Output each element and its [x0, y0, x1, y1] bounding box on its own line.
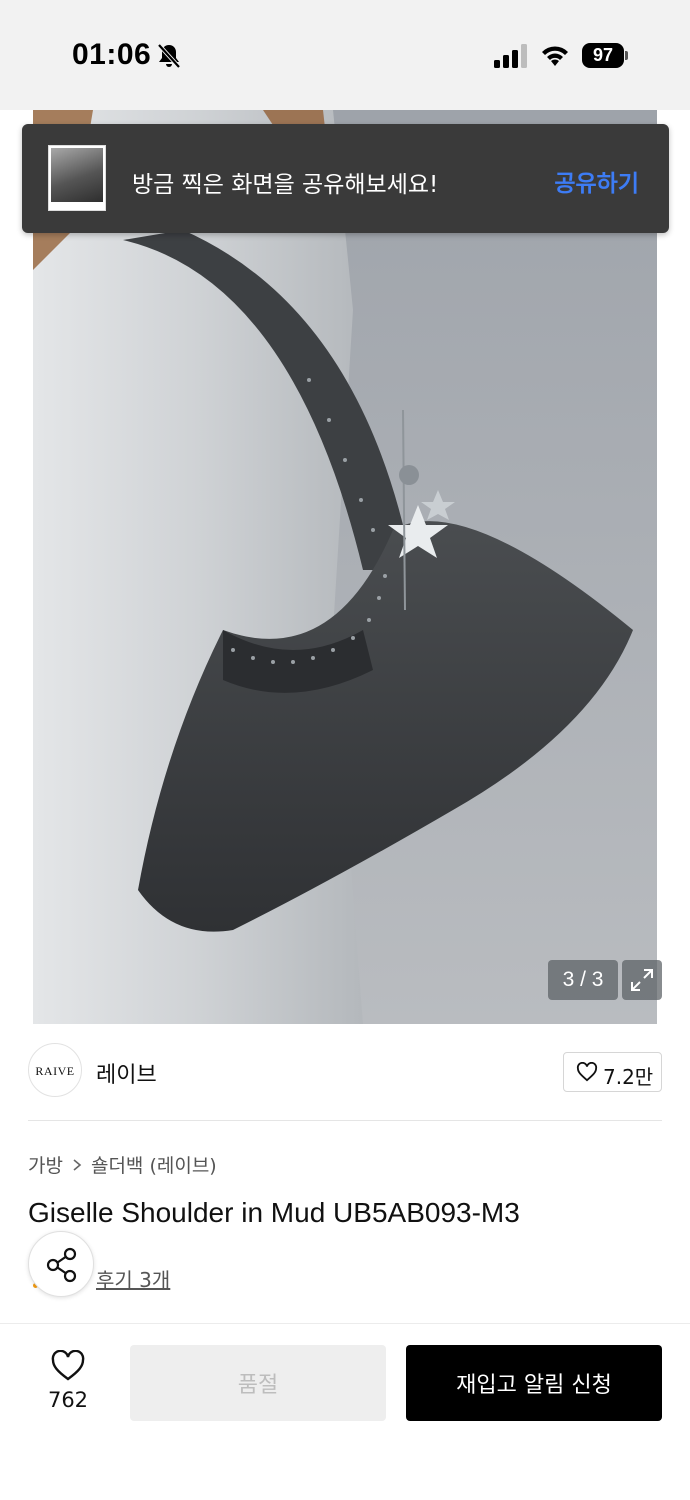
cellular-signal-icon: [494, 44, 527, 68]
battery-level: 97: [582, 43, 624, 68]
brand-name[interactable]: 레이브: [96, 1057, 157, 1089]
status-time: 01:06: [72, 38, 152, 71]
status-bar: 01:06 97: [0, 0, 690, 110]
breadcrumb: 가방 숄더백 (레이브): [28, 1151, 217, 1178]
expand-icon: [631, 969, 653, 991]
brand-like-count: 7.2만: [603, 1065, 654, 1089]
brand-like-button[interactable]: 7.2만: [563, 1052, 662, 1092]
heart-outline-icon: [576, 1062, 598, 1082]
restock-alert-button[interactable]: 재입고 알림 신청: [406, 1345, 662, 1421]
breadcrumb-subcategory[interactable]: 숄더백 (레이브): [91, 1151, 217, 1178]
brand-logo[interactable]: RAIVE: [28, 1043, 82, 1097]
screenshot-thumbnail[interactable]: [48, 145, 106, 211]
chevron-right-icon: [73, 1158, 82, 1171]
product-image: [33, 110, 657, 1024]
soldout-button[interactable]: 품절: [130, 1345, 386, 1421]
heart-outline-icon[interactable]: [50, 1350, 86, 1382]
review-link[interactable]: 후기 3개: [96, 1264, 170, 1293]
share-button[interactable]: [28, 1231, 94, 1297]
photo-counter: 3 / 3: [548, 960, 618, 1000]
toast-message: 방금 찍은 화면을 공유해보세요!: [132, 172, 439, 198]
wish-count: 762: [47, 1388, 89, 1412]
divider: [28, 1120, 662, 1121]
share-now-button[interactable]: 공유하기: [554, 164, 639, 198]
breadcrumb-category[interactable]: 가방: [28, 1151, 63, 1178]
product-photo[interactable]: [33, 110, 657, 1024]
expand-button[interactable]: [622, 960, 662, 1000]
product-title: Giselle Shoulder in Mud UB5AB093-M3: [28, 1197, 520, 1228]
bell-slash-icon: [157, 43, 181, 69]
wifi-icon: [542, 46, 568, 66]
brand-row: RAIVE 레이브 7.2만: [28, 1043, 662, 1101]
battery-icon: 97: [582, 43, 628, 68]
share-screenshot-toast: 방금 찍은 화면을 공유해보세요! 공유하기: [22, 124, 669, 233]
share-icon: [46, 1247, 77, 1283]
